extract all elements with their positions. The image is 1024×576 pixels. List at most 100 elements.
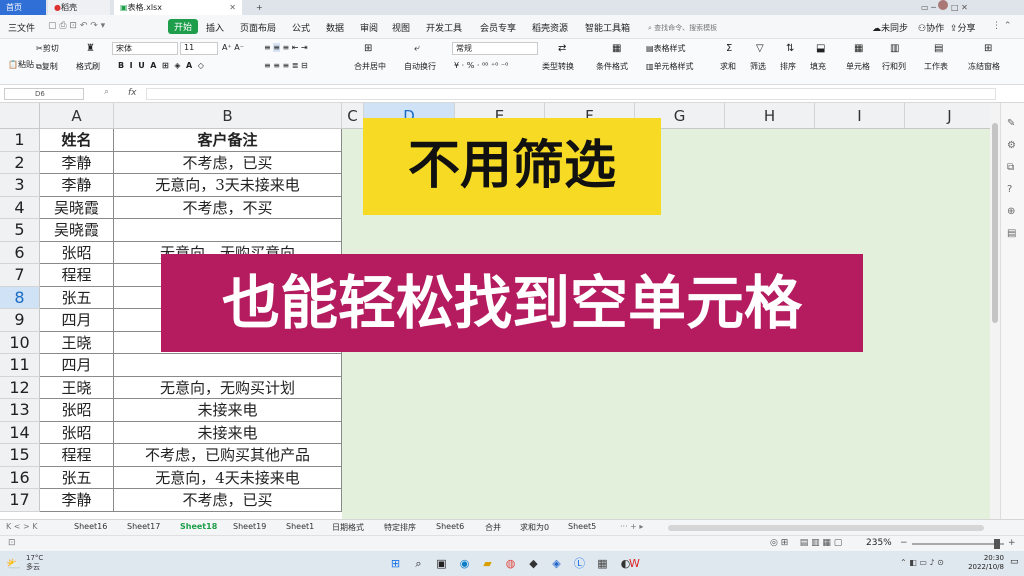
cell-name[interactable]: 张昭 [40, 399, 114, 422]
menu-view[interactable]: 视图 [392, 21, 410, 34]
cut-button[interactable]: ✂剪切 [36, 43, 59, 54]
cell-remark[interactable]: 无意向，3天未接来电 [114, 174, 342, 197]
sync-status[interactable]: ☁未同步 [872, 21, 908, 34]
scrollbar-thumb[interactable] [992, 123, 998, 323]
cell-name[interactable]: 姓名 [40, 129, 114, 152]
row-header[interactable]: 13 [0, 399, 40, 422]
sheet-tab[interactable]: 日期格式 [332, 522, 364, 533]
macro-record-icon[interactable]: ⊡ [8, 538, 16, 548]
column-header-i[interactable]: I [815, 103, 905, 129]
wps-icon[interactable]: W [627, 556, 642, 571]
minimize-icon[interactable]: ─ [931, 3, 936, 12]
cell-name[interactable]: 李静 [40, 174, 114, 197]
sheet-tab-active[interactable]: Sheet18 [180, 522, 217, 531]
cell-name[interactable]: 王晓 [40, 376, 114, 399]
row-header[interactable]: 8 [0, 286, 40, 309]
cell-name[interactable]: 张五 [40, 466, 114, 489]
paste-button[interactable]: 📋粘贴 [8, 59, 34, 70]
close-tab-icon[interactable]: ✕ [229, 0, 236, 15]
app3-icon[interactable]: ▦ [595, 556, 610, 571]
row-header[interactable]: 1 [0, 129, 40, 152]
row-header[interactable]: 5 [0, 219, 40, 242]
menu-data[interactable]: 数据 [326, 21, 344, 34]
row-header[interactable]: 7 [0, 264, 40, 287]
cell-name[interactable]: 张五 [40, 286, 114, 309]
font-family-select[interactable]: 宋体 [112, 42, 178, 55]
menu-insert[interactable]: 插入 [206, 21, 224, 34]
conditional-format-button[interactable]: 条件格式 [596, 61, 628, 72]
sheet-tab[interactable]: Sheet5 [568, 522, 596, 531]
column-header-b[interactable]: B [114, 103, 342, 129]
app2-icon[interactable]: Ⓛ [572, 556, 587, 571]
fx-icon[interactable]: fx [128, 88, 137, 98]
row-header[interactable]: 15 [0, 444, 40, 467]
start-icon[interactable]: ⊞ [388, 556, 403, 571]
tray-icons[interactable]: ⌃ ◧ ▭ ♪ ⊙ [900, 558, 944, 567]
table-style-button[interactable]: ▤表格样式 [646, 43, 686, 54]
menu-page-layout[interactable]: 页面布局 [240, 21, 276, 34]
worksheet-button[interactable]: 工作表 [924, 61, 948, 72]
sheet-tab[interactable]: 合并 [485, 522, 501, 533]
sheet-tab[interactable]: 求和为0 [520, 522, 549, 533]
more-icon[interactable]: ⋮ ⌃ [992, 21, 1011, 31]
freeze-panes-button[interactable]: 冻结窗格 [968, 61, 1000, 72]
sheet-tab[interactable]: 特定排序 [384, 522, 416, 533]
menu-home[interactable]: 开始 [168, 19, 199, 34]
font-size-select[interactable]: 11 [180, 42, 218, 55]
row-header[interactable]: 6 [0, 241, 40, 264]
cell-name[interactable]: 王晓 [40, 331, 114, 354]
column-header-h[interactable]: H [725, 103, 815, 129]
menu-review[interactable]: 审阅 [360, 21, 378, 34]
tab-workbook[interactable]: ▣表格.xlsx ✕ [114, 0, 242, 15]
clock[interactable]: 20:30 2022/10/8 [968, 554, 1004, 572]
cell-name[interactable]: 张昭 [40, 241, 114, 264]
row-header[interactable]: 16 [0, 466, 40, 489]
zoom-slider-thumb[interactable] [994, 539, 1000, 549]
cell-name[interactable]: 李静 [40, 489, 114, 512]
app-icon[interactable]: ◆ [526, 556, 541, 571]
filter-button[interactable]: 筛选 [750, 61, 766, 72]
cell-remark[interactable]: 未接来电 [114, 399, 342, 422]
merge-center-button[interactable]: 合并居中 [354, 61, 386, 72]
cell-remark[interactable]: 客户备注 [114, 129, 342, 152]
cell-name[interactable]: 吴晓霞 [40, 196, 114, 219]
add-sheet-button[interactable]: ··· + ▸ [620, 522, 643, 531]
row-header[interactable]: 14 [0, 421, 40, 444]
new-tab-button[interactable]: + [250, 0, 266, 15]
column-header-a[interactable]: A [40, 103, 114, 129]
wrap-text-button[interactable]: 自动换行 [404, 61, 436, 72]
column-header-c[interactable]: C [342, 103, 364, 129]
menu-docer-resources[interactable]: 稻壳资源 [532, 21, 568, 34]
zoom-level[interactable]: 235% [866, 538, 892, 548]
formula-input[interactable] [146, 88, 996, 100]
horizontal-scrollbar[interactable] [668, 525, 984, 531]
cell-remark[interactable]: 未接来电 [114, 421, 342, 444]
vertical-scrollbar[interactable] [990, 103, 1000, 519]
row-header[interactable]: 11 [0, 354, 40, 377]
view-mode-icons[interactable]: ◎ ⊞ ▤ ▥ ▦ ▢ [770, 538, 842, 548]
edge-icon[interactable]: ◉ [457, 556, 472, 571]
weather-icon[interactable]: ⛅ [6, 557, 21, 571]
cell-remark[interactable]: 不考虑，已买 [114, 489, 342, 512]
align-row1[interactable]: ≡ ≡ ≡ ⇤ ⇥ [264, 43, 308, 52]
sheet-tab[interactable]: Sheet19 [233, 522, 266, 531]
cell-name[interactable]: 李静 [40, 151, 114, 174]
format-painter-button[interactable]: 格式刷 [76, 61, 100, 72]
share-button[interactable]: ⇪分享 [950, 21, 976, 34]
search-icon[interactable]: ⌕ [411, 556, 426, 571]
task-view-icon[interactable]: ▣ [434, 556, 449, 571]
cell-remark[interactable]: 无意向，无购买计划 [114, 376, 342, 399]
row-header[interactable]: 2 [0, 151, 40, 174]
cell-name[interactable]: 四月 [40, 354, 114, 377]
file-menu[interactable]: 三文件 [8, 21, 35, 34]
menu-member[interactable]: 会员专享 [480, 21, 516, 34]
cell-remark[interactable] [114, 354, 342, 377]
cell-remark[interactable]: 不考虑，已购买其他产品 [114, 444, 342, 467]
chrome-icon[interactable]: ◍ [503, 556, 518, 571]
zoom-in-icon[interactable]: + [1008, 538, 1016, 548]
tab-home[interactable]: 首页 [0, 0, 46, 15]
explorer-icon[interactable]: ▰ [480, 556, 495, 571]
window-icon[interactable]: ▭ [921, 3, 929, 12]
command-search[interactable]: ⌕ 查找命令、搜索模板 [648, 23, 717, 33]
zoom-formula-icon[interactable]: ⌕ [104, 87, 109, 97]
